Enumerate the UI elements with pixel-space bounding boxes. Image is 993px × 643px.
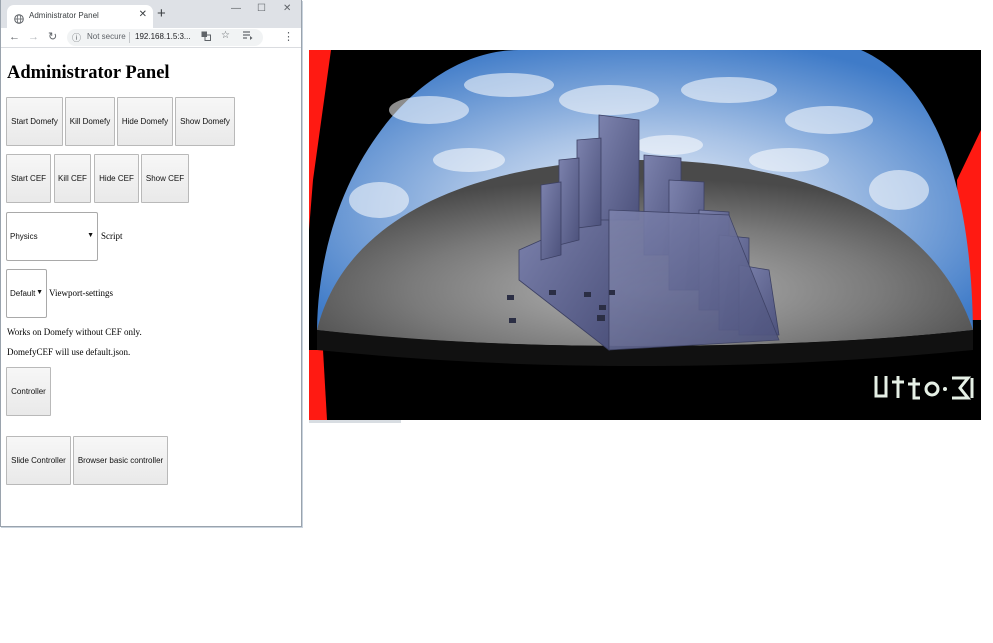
forward-arrow-icon[interactable]: → [28, 30, 39, 44]
desktop: Administrator Panel ✕ + — ☐ ✕ ← → ↻ ⓘ No… [0, 0, 993, 643]
info-icon[interactable]: ⓘ [72, 31, 81, 44]
viewport-underline [309, 420, 401, 423]
url-text[interactable]: 192.168.1.5:3... [135, 32, 191, 41]
page-title: Administrator Panel [7, 63, 170, 83]
browser-basic-controller-button[interactable]: Browser basic controller [73, 436, 168, 485]
tab-title: Administrator Panel [29, 11, 99, 20]
kill-domefy-button[interactable]: Kill Domefy [65, 97, 115, 146]
maximize-icon[interactable]: ☐ [257, 2, 266, 16]
show-cef-button[interactable]: Show CEF [141, 154, 189, 203]
show-domefy-button[interactable]: Show Domefy [175, 97, 235, 146]
controller-button[interactable]: Controller [6, 367, 51, 416]
viewport-settings-select[interactable]: Default ▼ [6, 269, 47, 318]
dome-viewport[interactable] [309, 50, 981, 420]
viewport-select-value: Default [10, 289, 36, 298]
star-icon[interactable]: ☆ [221, 30, 230, 41]
browser-toolbar: ← → ↻ ⓘ Not secure 192.168.1.5:3... ☆ ⋮ [1, 28, 301, 48]
security-status: Not secure [87, 32, 126, 41]
minimize-icon[interactable]: — [231, 2, 241, 16]
script-label: Script [101, 231, 123, 241]
dropdown-arrow-icon: ▼ [36, 289, 43, 296]
kebab-menu-icon[interactable]: ⋮ [283, 30, 294, 44]
address-bar[interactable]: ⓘ Not secure 192.168.1.5:3... ☆ [67, 29, 263, 46]
back-arrow-icon[interactable]: ← [9, 30, 20, 44]
kill-cef-button[interactable]: Kill CEF [54, 154, 91, 203]
translate-icon[interactable] [201, 31, 211, 43]
tab-strip: Administrator Panel ✕ + — ☐ ✕ [1, 0, 301, 28]
start-domefy-button[interactable]: Start Domefy [6, 97, 63, 146]
globe-icon [14, 11, 24, 24]
browser-tab[interactable]: Administrator Panel ✕ [7, 5, 153, 28]
browser-window: Administrator Panel ✕ + — ☐ ✕ ← → ↻ ⓘ No… [0, 0, 302, 527]
script-select[interactable]: Physics ▼ [6, 212, 98, 261]
dome-scene [309, 50, 981, 420]
window-close-icon[interactable]: ✕ [283, 2, 291, 16]
domefy-note: Works on Domefy without CEF only. [7, 327, 142, 337]
admin-page: Administrator Panel Start Domefy Kill Do… [1, 49, 301, 526]
script-select-value: Physics [10, 232, 38, 241]
start-cef-button[interactable]: Start CEF [6, 154, 51, 203]
tab-close-icon[interactable]: ✕ [139, 9, 147, 21]
reload-icon[interactable]: ↻ [48, 30, 57, 44]
address-divider [129, 32, 130, 43]
reading-list-icon[interactable] [243, 31, 253, 42]
domefycef-note: DomefyCEF will use default.json. [7, 347, 131, 357]
hide-cef-button[interactable]: Hide CEF [94, 154, 139, 203]
new-tab-button[interactable]: + [157, 6, 166, 22]
dropdown-arrow-icon: ▼ [87, 232, 94, 239]
hide-domefy-button[interactable]: Hide Domefy [117, 97, 173, 146]
slide-controller-button[interactable]: Slide Controller [6, 436, 71, 485]
viewport-settings-label: Viewport-settings [49, 288, 113, 298]
